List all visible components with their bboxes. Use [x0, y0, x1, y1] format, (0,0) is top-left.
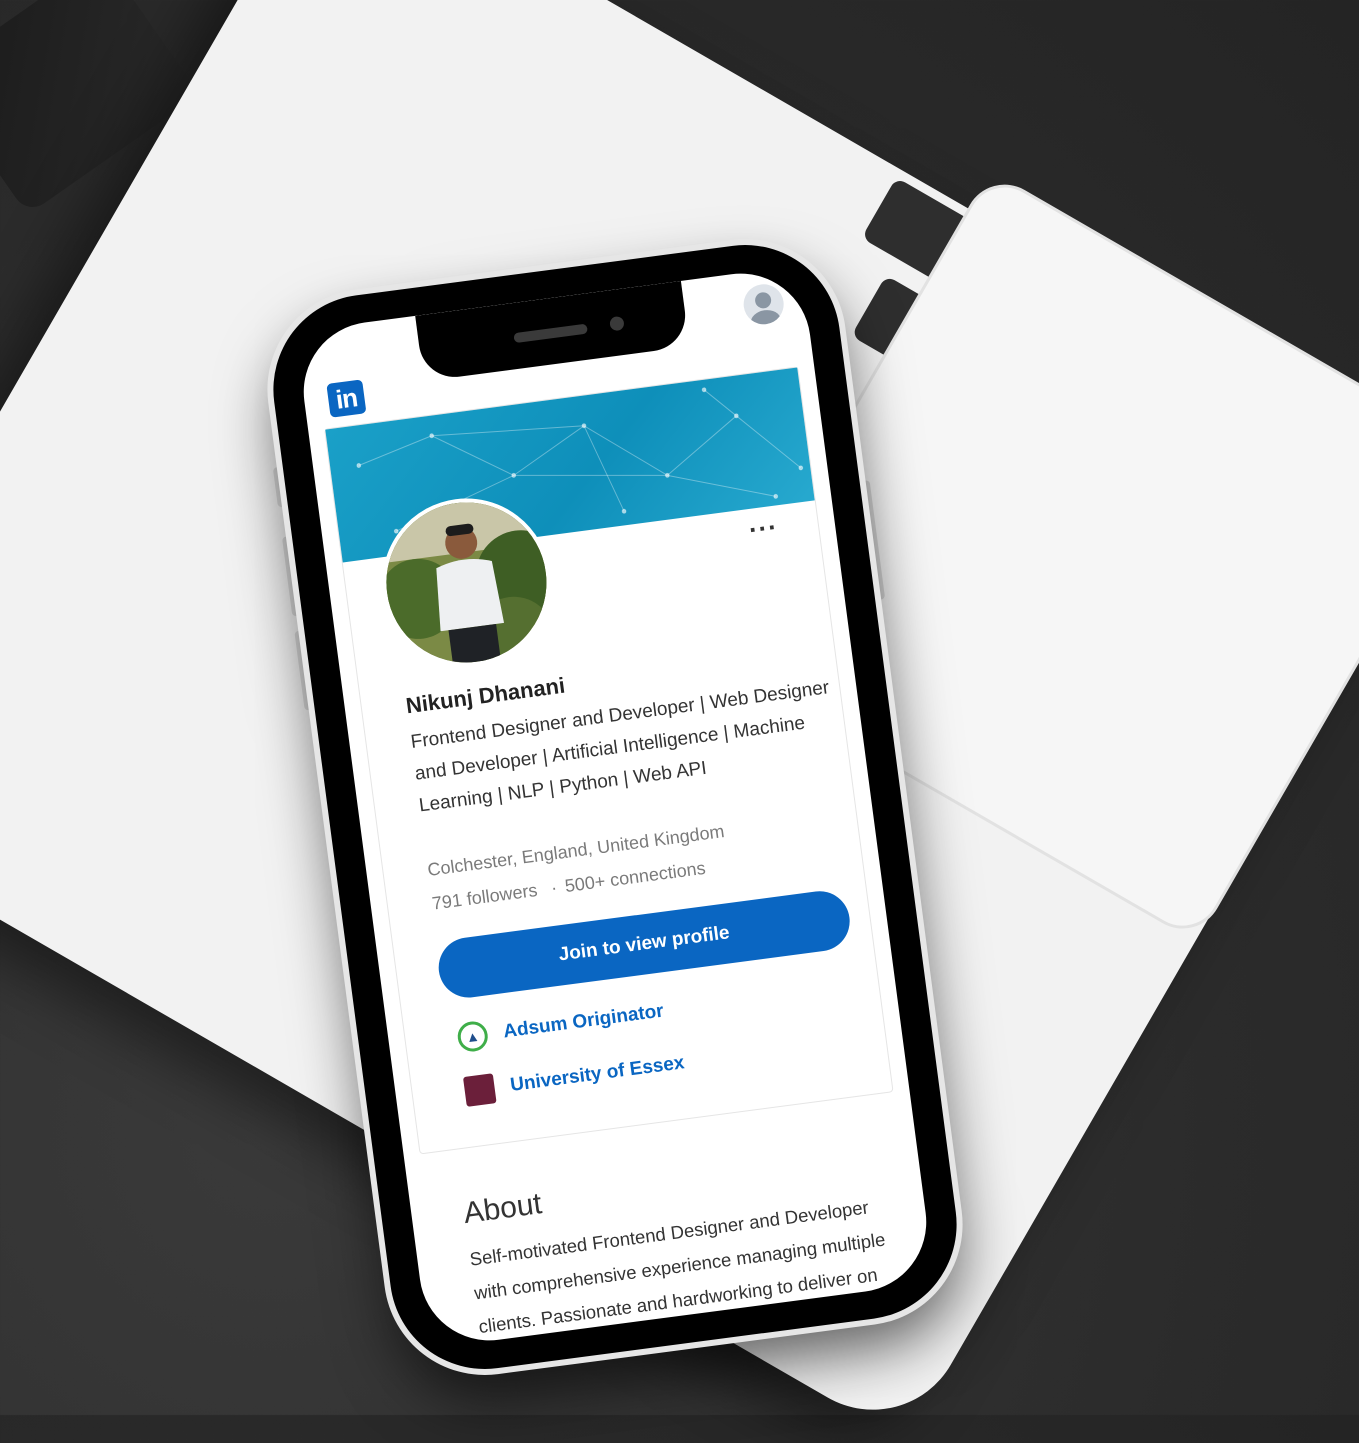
speaker-grille — [513, 323, 588, 344]
adsum-logo-icon: ▲ — [455, 1019, 490, 1054]
followers-count: 791 followers — [430, 879, 539, 914]
stats-separator: · — [549, 877, 559, 898]
profile-card: ··· Nikunj Dhanani Frontend Designer and… — [324, 366, 894, 1155]
experience-label: Adsum Originator — [502, 1000, 665, 1043]
about-heading: About — [461, 1187, 544, 1231]
user-avatar-icon[interactable] — [741, 281, 787, 327]
front-camera — [609, 315, 625, 332]
linkedin-logo-icon[interactable]: in — [326, 379, 367, 418]
connections-count: 500+ connections — [563, 857, 707, 897]
experience-item-essex[interactable]: University of Essex — [462, 1048, 686, 1107]
essex-logo-icon — [462, 1073, 497, 1107]
more-options-icon[interactable]: ··· — [747, 511, 780, 546]
experience-item-adsum[interactable]: ▲ Adsum Originator — [455, 997, 666, 1054]
education-label: University of Essex — [509, 1052, 686, 1096]
